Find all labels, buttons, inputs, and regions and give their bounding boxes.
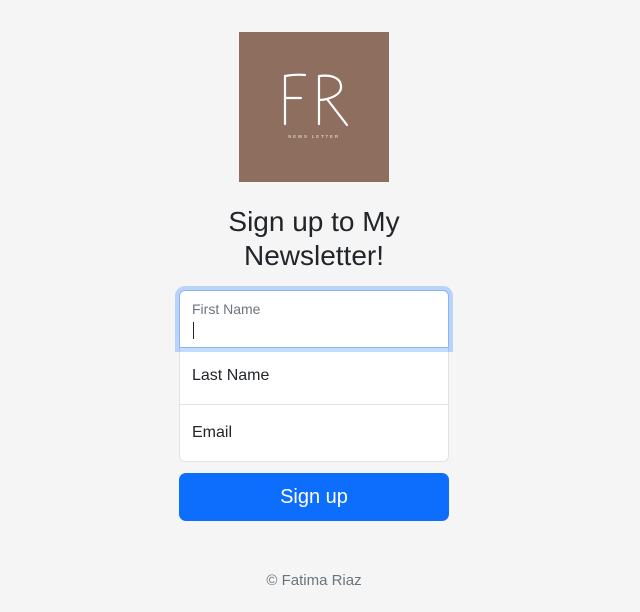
copyright-footer: © Fatima Riaz	[266, 572, 362, 589]
last-name-field[interactable]: Last Name	[179, 347, 449, 405]
signup-form: First Name Last Name Email	[179, 290, 449, 462]
logo-tagline: NEWS LETTER	[288, 134, 340, 139]
fr-monogram-logo: NEWS LETTER	[283, 73, 349, 139]
page-title: Sign up to My Newsletter!	[228, 206, 400, 271]
first-name-field[interactable]: First Name	[179, 290, 449, 348]
email-field[interactable]: Email	[179, 404, 449, 462]
sign-up-button[interactable]: Sign up	[179, 473, 449, 521]
page: NEWS LETTER Sign up to My Newsletter! Fi…	[0, 0, 640, 612]
newsletter-logo: NEWS LETTER	[239, 32, 389, 182]
